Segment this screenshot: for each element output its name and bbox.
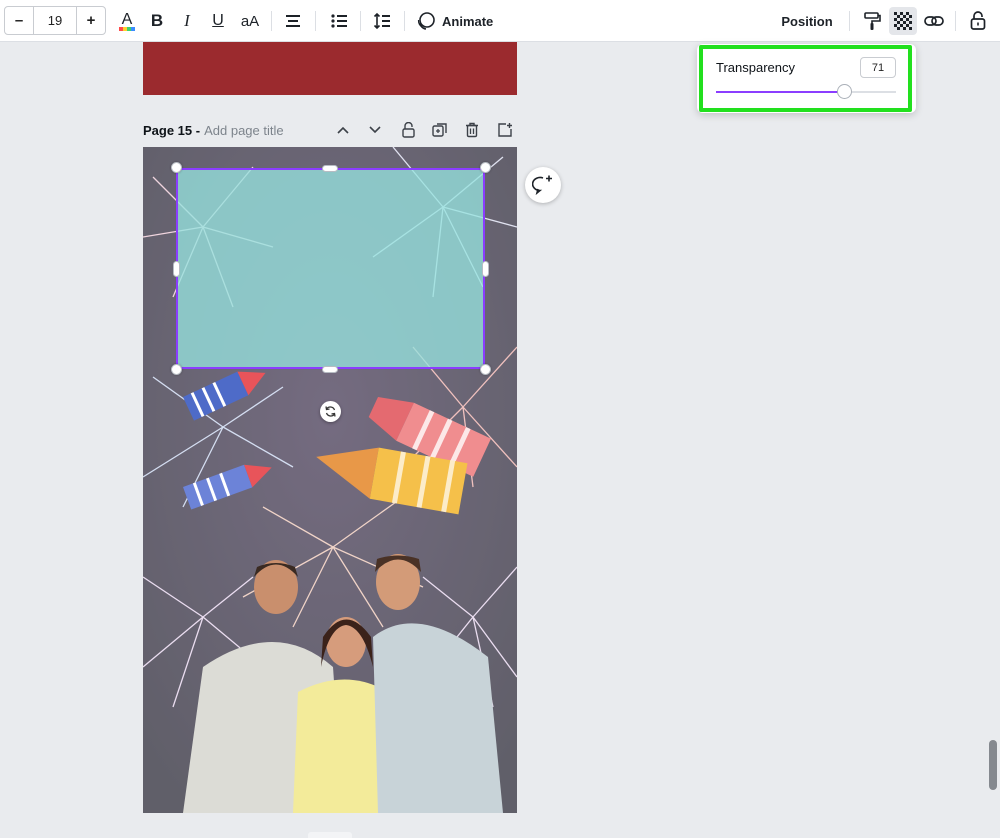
resize-handle-right[interactable] <box>482 261 489 277</box>
resize-handle-top-left[interactable] <box>171 162 182 173</box>
resize-handle-bottom[interactable] <box>322 366 338 373</box>
lock-icon <box>401 122 415 138</box>
duplicate-icon <box>432 123 447 137</box>
toolbar-divider <box>404 11 405 31</box>
resize-handle-left[interactable] <box>173 261 180 277</box>
chevron-up-icon <box>337 126 349 134</box>
delete-page-button[interactable] <box>462 120 482 140</box>
transparency-label: Transparency <box>716 60 795 75</box>
add-page-icon <box>498 123 512 137</box>
animate-button[interactable]: Animate <box>416 7 493 35</box>
line-spacing-icon <box>373 12 390 30</box>
font-size-increase-button[interactable]: + <box>77 7 105 34</box>
transparency-icon <box>894 12 912 30</box>
toolbar-divider <box>360 11 361 31</box>
bullet-list-icon <box>331 14 347 28</box>
resize-handle-bottom-right[interactable] <box>480 364 491 375</box>
duplicate-page-button[interactable] <box>430 120 450 140</box>
link-icon <box>924 16 944 26</box>
resize-handle-top[interactable] <box>322 165 338 172</box>
transparency-button[interactable] <box>889 7 917 35</box>
position-button[interactable]: Position <box>775 7 839 35</box>
trash-icon <box>466 122 478 138</box>
letter-case-button[interactable]: aA <box>238 7 262 35</box>
rotate-icon <box>325 406 336 417</box>
svg-text:A: A <box>122 11 133 28</box>
editor-toolbar: – 19 + A B I U aA Animate Position <box>0 0 1000 42</box>
resize-handle-bottom-left[interactable] <box>171 364 182 375</box>
add-page-button[interactable] <box>495 120 515 140</box>
lock-icon <box>970 11 986 30</box>
align-center-icon <box>286 15 300 27</box>
slider-fill <box>716 91 844 93</box>
slider-thumb[interactable] <box>836 84 852 99</box>
add-comment-button[interactable] <box>525 167 561 203</box>
comment-add-icon <box>532 175 552 196</box>
paint-format-icon <box>864 12 881 30</box>
toolbar-divider <box>849 11 850 31</box>
transparency-slider[interactable] <box>716 84 896 99</box>
page-header: Page 15 - Add page title <box>143 120 284 140</box>
resize-handle-top-right[interactable] <box>480 162 491 173</box>
toolbar-divider <box>955 11 956 31</box>
transparency-popover: Transparency 71 <box>697 44 916 113</box>
font-size-stepper: – 19 + <box>4 6 106 35</box>
text-color-button[interactable]: A <box>116 7 138 35</box>
toolbar-divider <box>271 11 272 31</box>
move-page-up-button[interactable] <box>333 120 353 140</box>
previous-page-preview[interactable] <box>143 42 517 95</box>
align-button[interactable] <box>282 7 304 35</box>
page-title-input[interactable]: Add page title <box>204 123 284 138</box>
underline-button[interactable]: U <box>209 7 227 35</box>
lock-page-button[interactable] <box>398 120 418 140</box>
selected-rectangle-element[interactable] <box>176 168 485 369</box>
page-tab-stub[interactable] <box>308 832 352 838</box>
link-button[interactable] <box>923 7 945 35</box>
bold-button[interactable]: B <box>148 7 166 35</box>
paint-format-button[interactable] <box>861 7 883 35</box>
vertical-scrollbar[interactable] <box>989 740 997 790</box>
rotate-handle[interactable] <box>320 401 341 422</box>
italic-button[interactable]: I <box>178 7 196 35</box>
font-size-decrease-button[interactable]: – <box>5 7 33 34</box>
move-page-down-button[interactable] <box>365 120 385 140</box>
lock-button[interactable] <box>967 7 989 35</box>
list-button[interactable] <box>328 7 350 35</box>
page-number: Page 15 - <box>143 122 201 138</box>
transparency-value-input[interactable]: 71 <box>860 57 896 78</box>
animate-icon <box>417 12 435 30</box>
chevron-down-icon <box>369 126 381 134</box>
toolbar-divider <box>315 11 316 31</box>
spacing-button[interactable] <box>371 7 393 35</box>
text-color-icon: A <box>119 11 135 31</box>
animate-label: Animate <box>442 13 494 29</box>
font-size-input[interactable]: 19 <box>33 7 77 34</box>
